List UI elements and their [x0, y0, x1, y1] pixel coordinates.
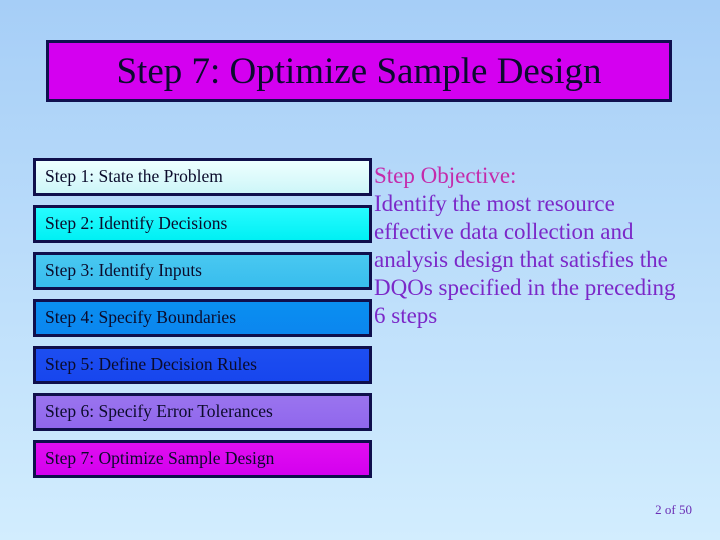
step-item-4[interactable]: Step 4: Specify Boundaries [33, 299, 372, 337]
step-item-label: Step 6: Specify Error Tolerances [45, 401, 273, 422]
slide-title-box: Step 7: Optimize Sample Design [46, 40, 672, 102]
step-item-label: Step 2: Identify Decisions [45, 213, 228, 234]
dqo-step-list: Step 1: State the Problem Step 2: Identi… [33, 158, 372, 487]
step-objective-heading: Step Objective: [374, 163, 517, 188]
step-item-3[interactable]: Step 3: Identify Inputs [33, 252, 372, 290]
step-item-label: Step 7: Optimize Sample Design [45, 448, 275, 469]
step-item-7[interactable]: Step 7: Optimize Sample Design [33, 440, 372, 478]
step-item-label: Step 3: Identify Inputs [45, 260, 202, 281]
step-objective-block: Step Objective: Identify the most resour… [374, 162, 692, 330]
step-item-5[interactable]: Step 5: Define Decision Rules [33, 346, 372, 384]
slide-canvas: Step 7: Optimize Sample Design Step 1: S… [0, 0, 720, 540]
page-title: Step 7: Optimize Sample Design [116, 50, 602, 92]
step-item-1[interactable]: Step 1: State the Problem [33, 158, 372, 196]
step-item-label: Step 1: State the Problem [45, 166, 223, 187]
step-item-2[interactable]: Step 2: Identify Decisions [33, 205, 372, 243]
page-number: 2 of 50 [655, 502, 692, 517]
step-item-label: Step 4: Specify Boundaries [45, 307, 237, 328]
step-objective-body: Identify the most resource effective dat… [374, 191, 676, 328]
step-item-label: Step 5: Define Decision Rules [45, 354, 257, 375]
step-item-6[interactable]: Step 6: Specify Error Tolerances [33, 393, 372, 431]
